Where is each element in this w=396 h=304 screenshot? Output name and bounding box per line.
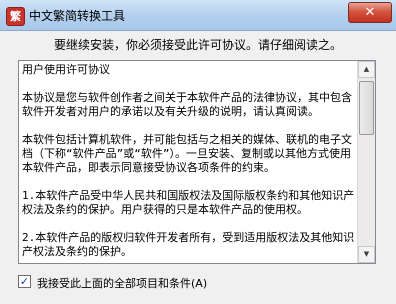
- window-title: 中文繁简转换工具: [29, 9, 126, 23]
- scroll-thumb[interactable]: [359, 81, 374, 135]
- close-button[interactable]: ✕: [348, 2, 392, 23]
- license-textbox[interactable]: 用户使用许可协议 本协议是您与软件创作者之间关于本软件产品的法律协议，其中包含软…: [18, 60, 376, 264]
- license-text: 用户使用许可协议 本协议是您与软件创作者之间关于本软件产品的法律协议，其中包含软…: [22, 63, 355, 258]
- scroll-down-button[interactable]: ▼: [358, 246, 375, 263]
- instruction-text: 要继续安装，你必须接受此许可协议。请仔细阅读之。: [53, 38, 342, 52]
- vertical-scrollbar[interactable]: ▲ ▼: [357, 61, 375, 263]
- agree-label[interactable]: 我接受此上面的全部项目和条件(A): [37, 275, 207, 291]
- title-bar: 繁 中文繁简转换工具 ✕: [0, 0, 396, 31]
- agree-checkbox[interactable]: ✓: [18, 275, 31, 288]
- app-icon: 繁: [6, 7, 25, 26]
- scroll-up-button[interactable]: ▲: [358, 61, 375, 78]
